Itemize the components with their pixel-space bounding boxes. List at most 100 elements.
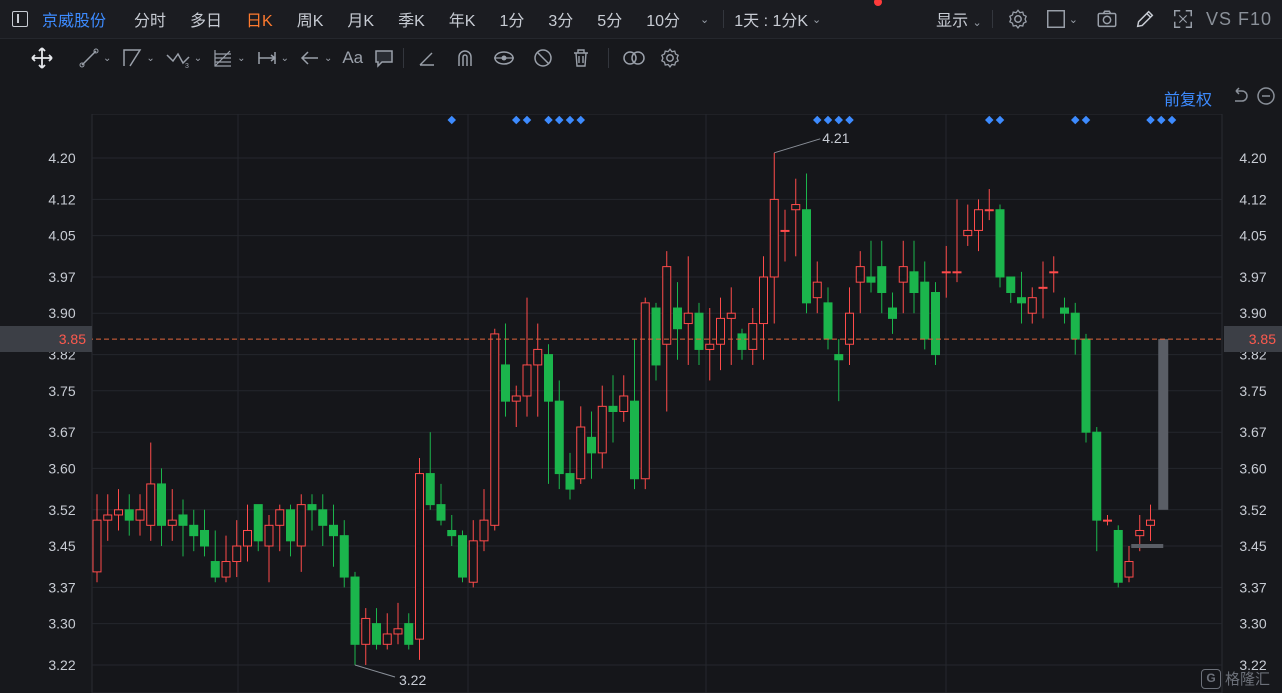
fullscreen-icon[interactable] [1172,8,1194,30]
pencil-icon[interactable] [1134,8,1156,30]
range-tool[interactable]: ⌄ [256,47,289,69]
hide-tool[interactable] [532,47,554,69]
candlestick-chart[interactable]: 4.20 4.20 4.12 4.12 4.05 4.05 3.97 3.97 3.90 3.90… [0,114,1282,693]
candle-body [1146,519,1155,526]
pen-icon [419,52,435,66]
candle-body [1027,297,1037,314]
candle-body [135,509,145,521]
candle-body [393,628,403,635]
candle-body [694,312,704,350]
candle-body [780,229,790,232]
candle-body [404,623,414,645]
candle-body [791,204,801,211]
y-tick-label-left: 4.12 [48,191,75,207]
period-tab-3[interactable]: 周K [285,7,336,31]
candle-body [200,529,209,547]
y-tick-label-left: 3.52 [48,502,75,518]
period-tab-9[interactable]: 5分 [585,7,634,31]
candle-body [533,348,543,366]
undo-icon[interactable] [1230,86,1250,106]
y-tick-label-left: 4.05 [48,228,75,244]
candle-body [716,317,725,345]
camera-icon[interactable] [1096,8,1118,30]
candle-body [812,281,822,299]
zoom-out-icon[interactable] [1256,86,1276,106]
live-candle-base [1131,544,1164,549]
candle-body [501,364,510,402]
period-tab-10[interactable]: 10分 [634,7,692,31]
candle-body [447,529,457,537]
fib-tool[interactable]: ⌄ [212,47,246,69]
top-period-bar: 京威股份 分时 多日 日K 周K 月K 季K 年K 1分 3分 5分 10分 ⌄ 1天 : 1分K … [0,0,1282,39]
candle-body [984,209,994,212]
live-candle-bar [1158,339,1169,510]
candle-body [339,535,349,578]
compare-tool[interactable] [621,47,647,69]
polyline-tool[interactable]: ⌄ [121,47,155,69]
comment-tool[interactable] [373,47,395,69]
candle-body [103,514,113,521]
period-tab-0[interactable]: 分时 [122,7,178,31]
candle-body [189,524,199,537]
period-tab-4[interactable]: 月K [335,7,386,31]
candle-body [640,302,650,480]
trash-tool[interactable] [570,47,592,69]
candle-body [834,354,844,361]
wave-tool[interactable]: 3 ⌄ [165,47,202,69]
candle-body [490,333,500,526]
forward-adjust-toggle[interactable]: 前复权 [1164,86,1212,110]
vs-f10-button[interactable]: VS F10 [1206,9,1272,30]
candle-body [468,540,478,583]
low-price-label: 3.22 [399,672,426,688]
period-tab-5[interactable]: 季K [386,7,437,31]
period-tab-2[interactable]: 日K [234,7,285,31]
sidebar-toggle-icon[interactable] [12,11,28,27]
top-right-tools: 显示 ⌄ ⌄ VS F10 [936,0,1282,38]
candle-body [350,576,360,645]
line-tool[interactable]: ⌄ [78,47,111,69]
line-icon [79,48,99,68]
period-tab-8[interactable]: 3分 [536,7,585,31]
y-tick-label-right: 4.12 [1239,191,1266,207]
candle-body [522,364,532,397]
compare-icon [623,51,645,65]
arrow-tool[interactable]: ⌄ [299,47,332,69]
pen-tool[interactable] [416,47,438,69]
layout-menu[interactable]: ⌄ [1037,8,1078,30]
gear-icon[interactable] [1007,8,1029,30]
candle-body [415,473,424,640]
candle-body [157,483,166,526]
candle-body [210,561,220,578]
y-tick-label-left: 3.67 [48,424,75,440]
toolbar-separator [403,48,405,68]
candle-body [619,395,629,412]
period-tab-7[interactable]: 1分 [487,7,536,31]
more-periods-chevron-icon[interactable]: ⌄ [700,13,709,26]
settings-tool[interactable] [659,47,681,69]
candle-body [952,271,962,274]
period-tab-6[interactable]: 年K [437,7,488,31]
candle-body [243,529,252,547]
plot-area [91,114,1223,693]
display-menu[interactable]: 显示 ⌄ [936,7,982,31]
y-tick-label-left: 3.60 [48,460,75,476]
move-tool[interactable] [30,46,54,70]
interval-selector[interactable]: 1天 : 1分K [730,7,812,31]
candle-body [866,276,876,283]
eye-lock-tool[interactable] [492,47,516,69]
fib-icon [214,50,232,67]
period-tab-1[interactable]: 多日 [178,7,234,31]
period-tabs: 分时 多日 日K 周K 月K 季K 年K 1分 3分 5分 10分 [122,7,692,31]
candle-body [748,323,758,350]
watermark-logo: G 格隆汇 [1200,668,1270,689]
candle-body [436,504,446,521]
candle-body [178,514,188,526]
magnet-tool[interactable] [454,47,476,69]
candle-body [974,209,983,231]
interval-chevron-icon[interactable]: ⌄ [812,13,821,26]
text-tool[interactable]: Aa [342,48,363,68]
current-price-tag-left: 3.85 [0,326,92,353]
stock-name[interactable]: 京威股份 [42,7,106,31]
y-tick-label-right: 4.05 [1239,228,1266,244]
candle-body [737,333,747,350]
